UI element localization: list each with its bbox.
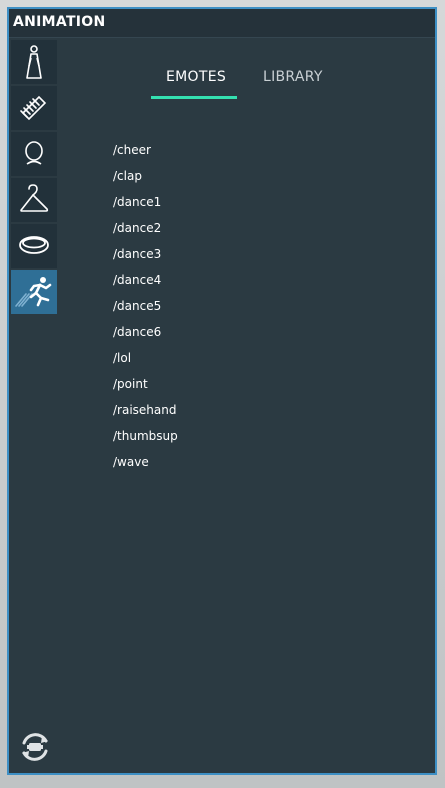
emote-item-wave[interactable]: /wave [113, 449, 313, 475]
sidebar-item-hair[interactable] [11, 86, 57, 130]
reset-avatar-icon [22, 733, 48, 761]
running-icon [15, 277, 52, 307]
tab-emotes[interactable]: EMOTES [166, 69, 226, 85]
tab-library[interactable]: LIBRARY [263, 69, 323, 85]
panel-title: ANIMATION [13, 14, 106, 30]
head-icon [25, 141, 43, 165]
sidebar-item-clothing[interactable] [11, 178, 57, 222]
sidebar-item-body[interactable] [11, 40, 57, 84]
sidebar [11, 40, 59, 316]
ring-icon [19, 236, 49, 254]
emote-item-dance6[interactable]: /dance6 [113, 319, 313, 345]
emote-item-dance2[interactable]: /dance2 [113, 215, 313, 241]
emote-item-thumbsup[interactable]: /thumbsup [113, 423, 313, 449]
emote-item-dance1[interactable]: /dance1 [113, 189, 313, 215]
reset-avatar-button[interactable] [17, 729, 53, 765]
person-icon [26, 45, 42, 79]
emote-list: /cheer /clap /dance1 /dance2 /dance3 /da… [113, 137, 313, 475]
emote-item-cheer[interactable]: /cheer [113, 137, 313, 163]
hanger-icon [20, 184, 49, 212]
emote-item-dance3[interactable]: /dance3 [113, 241, 313, 267]
window-frame: ANIMATION EMOTES LIBRARY /cheer /clap /d… [0, 0, 445, 788]
sidebar-item-head[interactable] [11, 132, 57, 176]
title-bar: ANIMATION [9, 9, 435, 38]
sidebar-item-accessories[interactable] [11, 224, 57, 268]
emote-item-clap[interactable]: /clap [113, 163, 313, 189]
active-tab-indicator [151, 96, 237, 99]
emote-item-raisehand[interactable]: /raisehand [113, 397, 313, 423]
sidebar-item-animation[interactable] [11, 270, 57, 314]
emote-item-lol[interactable]: /lol [113, 345, 313, 371]
emote-item-point[interactable]: /point [113, 371, 313, 397]
emote-item-dance5[interactable]: /dance5 [113, 293, 313, 319]
emote-item-dance4[interactable]: /dance4 [113, 267, 313, 293]
comb-icon [20, 95, 47, 121]
animation-panel: ANIMATION EMOTES LIBRARY /cheer /clap /d… [7, 7, 437, 775]
